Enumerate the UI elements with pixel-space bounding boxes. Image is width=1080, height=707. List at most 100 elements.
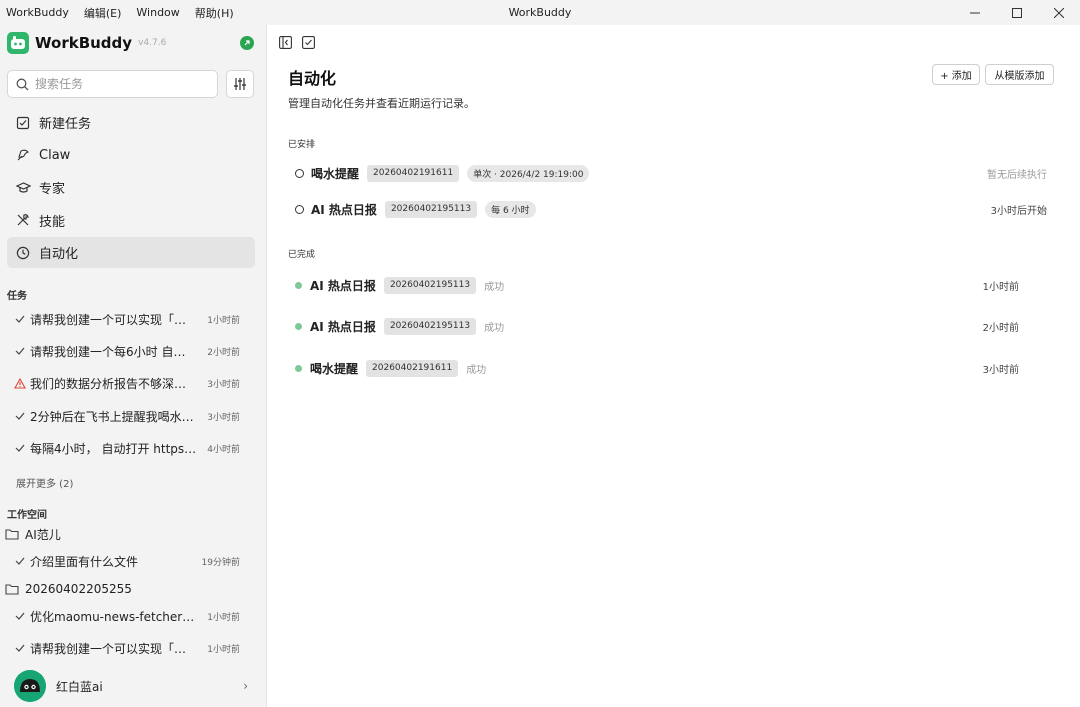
task-item[interactable]: 请帮我创建一个可以实现「… 1小时前 xyxy=(7,303,255,335)
automation-id-tag: 20260402195113 xyxy=(383,317,477,335)
link-status-icon[interactable] xyxy=(240,36,254,50)
automation-name: AI 热点日报 xyxy=(310,278,376,293)
check-icon xyxy=(14,412,26,420)
nav-skills[interactable]: 技能 xyxy=(7,205,255,236)
brand: WorkBuddy v4.7.6 xyxy=(7,32,166,54)
automation-id-tag: 20260402195113 xyxy=(383,276,477,294)
nav-label: 自动化 xyxy=(39,247,79,262)
sidebar: WorkBuddy v4.7.6 新建任务 Claw 专家 技能 xyxy=(0,25,265,707)
warning-icon xyxy=(14,378,26,389)
title-bar: WorkBuddy 编辑(E) Window 帮助(H) WorkBuddy xyxy=(0,0,1080,25)
new-task-icon[interactable] xyxy=(301,35,315,49)
nav-label: 技能 xyxy=(39,214,66,230)
run-result: 成功 xyxy=(484,281,505,293)
task-item[interactable]: 我们的数据分析报告不够深… 3小时前 xyxy=(7,368,255,400)
task-time: 4小时前 xyxy=(207,444,240,455)
main-toolbar xyxy=(278,35,324,49)
task-item[interactable]: 请帮我创建一个可以实现「… 1小时前 xyxy=(7,632,255,664)
tasks-section-label: 任务 xyxy=(7,291,27,302)
task-text: 我们的数据分析报告不够深… xyxy=(30,377,187,392)
automation-id-tag: 20260402191611 xyxy=(366,359,459,377)
avatar xyxy=(14,670,46,702)
automation-id-tag: 20260402195113 xyxy=(384,200,478,218)
nav-label: 新建任务 xyxy=(39,117,92,132)
pending-status-icon xyxy=(295,168,304,178)
next-run-text: 暂无后续执行 xyxy=(987,169,1047,181)
nav-automation[interactable]: 自动化 xyxy=(7,237,255,268)
nav-experts[interactable]: 专家 xyxy=(7,172,255,203)
folder-icon xyxy=(5,528,19,540)
clock-icon xyxy=(15,245,31,261)
automation-id-tag: 20260402191611 xyxy=(367,164,460,182)
check-icon xyxy=(14,557,26,566)
nav-label: 专家 xyxy=(39,182,66,197)
user-profile[interactable]: 红白蓝ai › xyxy=(14,670,254,702)
window-controls xyxy=(954,0,1080,25)
nav-new-task[interactable]: 新建任务 xyxy=(7,107,255,138)
automation-name: AI 热点日报 xyxy=(311,202,377,217)
check-icon xyxy=(14,612,26,621)
workspace-section-label: 工作空间 xyxy=(7,510,47,521)
check-icon xyxy=(14,644,26,653)
task-time: 1小时前 xyxy=(207,644,240,655)
completed-row[interactable]: AI 热点日报 20260402195113 成功 1小时前 xyxy=(295,274,1019,296)
check-icon xyxy=(14,315,26,324)
tools-icon xyxy=(15,212,31,228)
scheduled-row[interactable]: AI 热点日报 20260402195113 每 6 小时 3小时后开始 xyxy=(295,198,1047,220)
task-text: 优化maomu-news-fetcher这… xyxy=(30,609,200,624)
task-text: 请帮我创建一个可以实现「… xyxy=(30,312,187,327)
claw-icon xyxy=(15,147,31,163)
nav-label: Claw xyxy=(39,147,71,163)
task-text: 2分钟后在飞书上提醒我喝水… xyxy=(30,409,194,424)
add-from-template-button[interactable]: 从模版添加 xyxy=(985,64,1054,85)
menu-window[interactable]: Window xyxy=(136,6,179,19)
automation-name: 喝水提醒 xyxy=(310,361,359,376)
completed-label: 已完成 xyxy=(288,250,316,260)
scheduled-row[interactable]: 喝水提醒 20260402191611 单次 · 2026/4/2 19:19:… xyxy=(295,162,1047,184)
nav-claw[interactable]: Claw xyxy=(7,140,255,171)
success-dot-icon xyxy=(295,281,302,289)
automation-name: 喝水提醒 xyxy=(311,166,360,181)
search-input[interactable] xyxy=(35,77,205,91)
menu-app[interactable]: WorkBuddy xyxy=(6,6,69,19)
show-more-link[interactable]: 展开更多 (2) xyxy=(16,475,73,490)
task-item[interactable]: 介绍里面有什么文件 19分钟前 xyxy=(7,545,255,577)
workspace-task-list: 介绍里面有什么文件 19分钟前 xyxy=(7,545,255,577)
task-list: 请帮我创建一个可以实现「… 1小时前 请帮我创建一个每6小时 自… 2小时前 我… xyxy=(7,303,255,464)
version-label: v4.7.6 xyxy=(138,38,167,48)
maximize-icon xyxy=(1012,7,1022,18)
minimize-button[interactable] xyxy=(954,0,996,25)
run-result: 成功 xyxy=(484,322,505,334)
main-panel: 自动化 管理自动化任务并查看近期运行记录。 + 添加 从模版添加 已安排 喝水提… xyxy=(266,25,1080,707)
close-button[interactable] xyxy=(1038,0,1080,25)
run-time: 1小时前 xyxy=(982,281,1019,293)
completed-row[interactable]: 喝水提醒 20260402191611 成功 3小时前 xyxy=(295,357,1019,379)
page-title: 自动化 xyxy=(288,69,337,88)
success-dot-icon xyxy=(295,364,302,372)
run-time: 2小时前 xyxy=(982,322,1019,334)
automation-name: AI 热点日报 xyxy=(310,319,376,334)
page-description: 管理自动化任务并查看近期运行记录。 xyxy=(288,97,475,110)
task-item[interactable]: 请帮我创建一个每6小时 自… 2小时前 xyxy=(7,335,255,367)
workspace-folder[interactable]: 20260402205255 xyxy=(5,580,132,598)
task-time: 2小时前 xyxy=(207,347,240,358)
workspace-task-list: 优化maomu-news-fetcher这… 1小时前 请帮我创建一个可以实现「… xyxy=(7,600,255,665)
search-box[interactable] xyxy=(7,70,218,98)
task-time: 3小时前 xyxy=(207,412,240,423)
maximize-button[interactable] xyxy=(996,0,1038,25)
add-button[interactable]: + 添加 xyxy=(932,64,980,85)
collapse-sidebar-icon[interactable] xyxy=(278,35,292,49)
graduation-cap-icon xyxy=(15,180,31,196)
menu-help[interactable]: 帮助(H) xyxy=(195,5,234,21)
workspace-folder-name: AI范儿 xyxy=(25,527,61,542)
task-item[interactable]: 2分钟后在飞书上提醒我喝水… 3小时前 xyxy=(7,400,255,432)
menu-edit[interactable]: 编辑(E) xyxy=(84,5,122,21)
task-item[interactable]: 每隔4小时， 自动打开 https:… 4小时前 xyxy=(7,432,255,464)
run-time: 3小时前 xyxy=(982,364,1019,376)
task-item[interactable]: 优化maomu-news-fetcher这… 1小时前 xyxy=(7,600,255,632)
filter-button[interactable] xyxy=(226,70,254,98)
task-text: 介绍里面有什么文件 xyxy=(30,554,139,569)
completed-row[interactable]: AI 热点日报 20260402195113 成功 2小时前 xyxy=(295,315,1019,337)
workspace-folder[interactable]: AI范儿 xyxy=(5,525,61,543)
sliders-icon xyxy=(234,78,246,90)
